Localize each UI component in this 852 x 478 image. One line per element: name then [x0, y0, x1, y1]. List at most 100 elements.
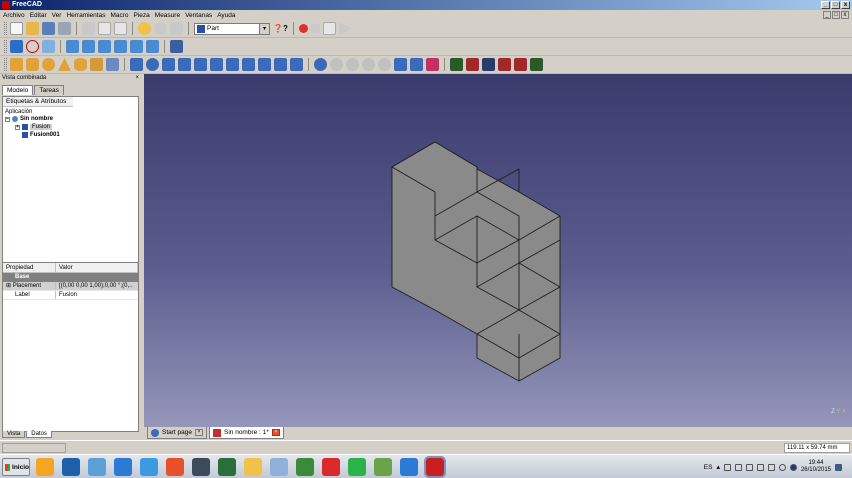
measure-linear-icon[interactable] — [482, 58, 495, 71]
tab-datos[interactable]: Datos — [26, 431, 52, 438]
menu-pieza[interactable]: Pieza — [134, 12, 150, 19]
tree-item-fusion[interactable]: + Fusion — [15, 124, 53, 130]
explode-compound-icon[interactable] — [410, 58, 423, 71]
collapse-icon[interactable]: − — [5, 116, 10, 122]
menu-archivo[interactable]: Archivo — [3, 12, 25, 19]
redo-icon[interactable] — [154, 22, 167, 35]
explorer-taskbar-icon[interactable] — [36, 458, 54, 476]
acrobat-taskbar-icon[interactable] — [348, 458, 366, 476]
3d-view[interactable]: Z Y X — [144, 74, 852, 427]
show-hidden-icons-icon[interactable]: ▴ — [716, 463, 720, 471]
menu-macro[interactable]: Macro — [110, 12, 128, 19]
notepad-taskbar-icon[interactable] — [296, 458, 314, 476]
print-icon[interactable] — [58, 22, 71, 35]
stop-macro-icon[interactable] — [310, 24, 320, 33]
skype-taskbar-icon[interactable] — [140, 458, 158, 476]
close-tab-icon[interactable]: × — [195, 429, 203, 436]
boolean-icon[interactable] — [314, 58, 327, 71]
thickness-icon[interactable] — [290, 58, 303, 71]
measure-toggle-icon[interactable] — [530, 58, 543, 71]
tree-document[interactable]: − Sin nombre — [5, 116, 53, 122]
revolve-icon[interactable] — [146, 58, 159, 71]
fillet-icon[interactable] — [178, 58, 191, 71]
measure-distance-icon[interactable] — [170, 40, 183, 53]
measure-angular-icon[interactable] — [498, 58, 511, 71]
battery-icon[interactable] — [756, 463, 764, 471]
measure-refresh-icon[interactable] — [514, 58, 527, 71]
action-center-icon[interactable] — [723, 463, 731, 471]
mdi-minimize-button[interactable]: _ — [823, 11, 831, 19]
bottom-view-icon[interactable] — [130, 40, 143, 53]
open-file-icon[interactable] — [26, 22, 39, 35]
ruled-surface-icon[interactable] — [226, 58, 239, 71]
defeaturing-icon[interactable] — [466, 58, 479, 71]
isometric-view-icon[interactable] — [42, 40, 55, 53]
offset-icon[interactable] — [274, 58, 287, 71]
menu-editar[interactable]: Editar — [30, 12, 47, 19]
arduino-taskbar-icon[interactable] — [244, 458, 262, 476]
network-icon[interactable] — [745, 463, 753, 471]
check-geometry-icon[interactable] — [450, 58, 463, 71]
undo-icon[interactable] — [138, 22, 151, 35]
mdi-close-button[interactable]: x — [841, 11, 849, 19]
rear-view-icon[interactable] — [114, 40, 127, 53]
store-taskbar-icon[interactable] — [114, 458, 132, 476]
signal-icon[interactable] — [767, 463, 775, 471]
skype-blue-taskbar-icon[interactable] — [424, 456, 446, 478]
fit-all-icon[interactable] — [10, 40, 23, 53]
prop-value[interactable]: [(0,00 0,00 1,00);0,00 °;(0,... — [56, 282, 132, 290]
compound-icon[interactable] — [394, 58, 407, 71]
right-view-icon[interactable] — [98, 40, 111, 53]
cut-icon[interactable] — [82, 22, 95, 35]
box-icon[interactable] — [10, 58, 23, 71]
new-file-icon[interactable] — [10, 22, 23, 35]
cone-icon[interactable] — [58, 58, 71, 71]
tab-tareas[interactable]: Tareas — [34, 85, 64, 95]
tab-modelo[interactable]: Modelo — [2, 85, 34, 95]
refresh-icon[interactable] — [170, 22, 183, 35]
tree-item-fusion001[interactable]: Fusion001 — [22, 132, 60, 138]
files-taskbar-icon[interactable] — [270, 458, 288, 476]
torus-icon[interactable] — [74, 58, 87, 71]
fuse-icon[interactable] — [346, 58, 359, 71]
cut-boolean-icon[interactable] — [330, 58, 343, 71]
shape-builder-icon[interactable] — [106, 58, 119, 71]
tab-vista[interactable]: Vista — [2, 431, 26, 438]
model-canvas[interactable] — [144, 74, 852, 427]
sphere-icon[interactable] — [42, 58, 55, 71]
start-button[interactable]: Inicio — [2, 458, 30, 476]
minimize-button[interactable]: _ — [821, 1, 830, 9]
macros-icon[interactable] — [322, 22, 336, 35]
close-button[interactable]: x — [841, 1, 850, 9]
paste-icon[interactable] — [114, 22, 127, 35]
power-icon[interactable] — [778, 463, 786, 471]
mirror-icon[interactable] — [162, 58, 175, 71]
firefox-taskbar-icon[interactable] — [192, 458, 210, 476]
whats-this-icon[interactable]: ❓? — [273, 24, 288, 33]
menu-herramientas[interactable]: Herramientas — [66, 12, 105, 19]
cylinder-icon[interactable] — [26, 58, 39, 71]
ie-taskbar-icon[interactable] — [166, 458, 184, 476]
chrome-taskbar-icon[interactable] — [322, 458, 340, 476]
extrude-icon[interactable] — [130, 58, 143, 71]
menu-ver[interactable]: Ver — [52, 12, 62, 19]
clock[interactable]: 19:44 26/10/2015 — [801, 460, 831, 474]
left-view-icon[interactable] — [146, 40, 159, 53]
workbench-selector[interactable]: Part ▾ — [194, 22, 270, 35]
close-panel-icon[interactable]: × — [135, 74, 139, 83]
menu-ayuda[interactable]: Ayuda — [217, 12, 235, 19]
draw-style-icon[interactable] — [26, 40, 39, 53]
expand-icon[interactable]: + — [15, 124, 20, 130]
doc-tab-start-page[interactable]: Start page × — [147, 427, 207, 439]
save-icon[interactable] — [42, 22, 55, 35]
front-view-icon[interactable] — [66, 40, 79, 53]
section-icon[interactable] — [378, 58, 391, 71]
menu-measure[interactable]: Measure — [155, 12, 180, 19]
top-view-icon[interactable] — [82, 40, 95, 53]
copy-icon[interactable] — [98, 22, 111, 35]
show-desktop-icon[interactable] — [835, 463, 842, 471]
prop-row-label[interactable]: Label Fusion — [3, 291, 138, 300]
doc-tab-sin-nombre[interactable]: Sin nombre : 1* × — [209, 427, 284, 439]
primitives-icon[interactable] — [90, 58, 103, 71]
sweep-icon[interactable] — [258, 58, 271, 71]
